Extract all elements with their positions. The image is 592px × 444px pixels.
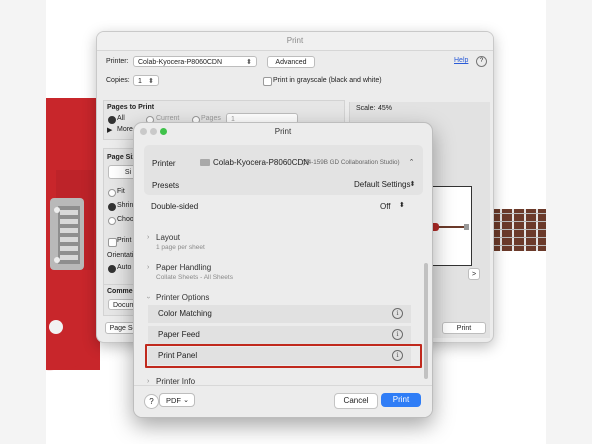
presets-value: Default Settings — [354, 180, 411, 189]
orientation-label: Orientati — [107, 252, 134, 259]
print-on-checkbox[interactable] — [108, 238, 117, 247]
printer-label: Printer — [152, 159, 176, 168]
back-grayscale-checkbox[interactable] — [263, 77, 272, 86]
back-printer-select[interactable]: Colab-Kyocera-P8060CDN ⬍ — [133, 56, 257, 67]
back-printer-label: Printer: — [106, 58, 129, 65]
double-sided-row[interactable]: Double-sided Off ⬍ — [144, 201, 414, 213]
chevron-updown-icon: ⬍ — [399, 202, 405, 209]
more-options-label: More — [117, 126, 133, 133]
printer-info-chevron-icon[interactable]: › — [147, 378, 149, 385]
shrink-radio[interactable] — [108, 203, 116, 211]
print-panel-highlight-box — [145, 344, 422, 368]
orientation-auto-radio[interactable] — [108, 265, 116, 273]
printer-location: (34-159B GD Collaboration Studio) — [302, 159, 400, 166]
info-icon[interactable]: i — [392, 308, 403, 319]
presets-label: Presets — [152, 181, 180, 190]
paper-handling-section-label[interactable]: Paper Handling — [156, 263, 211, 272]
scale-label: Scale: — [356, 105, 376, 112]
preview-next-button[interactable]: > — [468, 268, 480, 280]
printer-name: Colab-Kyocera-P8060CDN — [213, 158, 310, 167]
double-sided-value: Off — [380, 202, 391, 211]
print-button[interactable]: Print — [381, 393, 421, 407]
printer-select[interactable]: Colab-Kyocera-P8060CDN (34-159B GD Colla… — [200, 156, 418, 170]
pages-all-label: All — [117, 115, 125, 122]
orientation-auto-label: Auto — [117, 264, 132, 271]
printer-presets-box: Printer Colab-Kyocera-P8060CDN (34-159B … — [144, 145, 423, 195]
paper-handling-chevron-icon[interactable]: › — [147, 264, 149, 271]
chevron-updown-icon: ⌃ — [408, 159, 415, 166]
front-bottom-bar: ? PDF ⌄ Cancel Print — [134, 385, 432, 417]
scale-value: 45% — [378, 105, 393, 112]
printer-options-section-label[interactable]: Printer Options — [156, 293, 209, 302]
cancel-button[interactable]: Cancel — [334, 393, 378, 409]
back-advanced-button[interactable]: Advanced — [267, 56, 315, 68]
choose-radio[interactable] — [108, 217, 116, 225]
question-icon[interactable]: ? — [476, 56, 487, 67]
pages-to-print-heading: Pages to Print — [107, 104, 155, 111]
back-copies-stepper[interactable]: 1 ⬍ — [133, 75, 159, 86]
scrollbar[interactable] — [424, 263, 428, 379]
pages-all-radio[interactable] — [108, 116, 116, 124]
more-options-chevron[interactable]: ▶ — [107, 126, 112, 134]
layout-section-label[interactable]: Layout — [156, 233, 180, 242]
guitar-thumbnail — [429, 223, 469, 231]
pdf-menu-button[interactable]: PDF ⌄ — [159, 393, 195, 407]
chevron-updown-icon: ⬍ — [409, 181, 416, 188]
front-dialog-title: Print — [274, 127, 292, 136]
printer-options-chevron-icon[interactable]: › — [145, 296, 152, 298]
pdf-label: PDF — [166, 396, 181, 405]
fit-label: Fit — [117, 188, 125, 195]
back-dialog-title: Print — [97, 32, 493, 51]
page-size-heading: Page Siz — [107, 154, 136, 161]
printer-icon — [200, 159, 210, 166]
option-color-matching[interactable]: Color Matching i — [148, 305, 411, 323]
pages-range-label: Pages — [201, 115, 221, 122]
back-print-button[interactable]: Print — [442, 322, 486, 334]
chevron-updown-icon: ⬍ — [246, 59, 252, 66]
presets-select[interactable]: Default Settings ⬍ — [334, 178, 418, 192]
back-copies-label: Copies: — [106, 77, 130, 84]
help-button[interactable]: ? — [144, 394, 159, 409]
layout-section-sub: 1 page per sheet — [156, 244, 205, 251]
front-print-dialog: Print Printer Colab-Kyocera-P8060CDN (34… — [133, 122, 433, 418]
chevron-down-icon: ⌄ — [183, 397, 189, 404]
back-grayscale-label: Print in grayscale (black and white) — [273, 77, 382, 84]
info-icon[interactable]: i — [392, 329, 403, 340]
fit-radio[interactable] — [108, 189, 116, 197]
paper-handling-section-sub: Collate Sheets - All Sheets — [156, 274, 233, 281]
option-label: Paper Feed — [158, 330, 200, 339]
back-help-link[interactable]: Help — [454, 57, 468, 64]
option-paper-feed[interactable]: Paper Feed i — [148, 326, 411, 344]
double-sided-label: Double-sided — [151, 202, 199, 211]
pages-current-label: Current — [156, 115, 180, 122]
stepper-icon: ⬍ — [148, 78, 154, 85]
option-label: Color Matching — [158, 309, 212, 318]
layout-chevron-icon[interactable]: › — [147, 234, 149, 241]
